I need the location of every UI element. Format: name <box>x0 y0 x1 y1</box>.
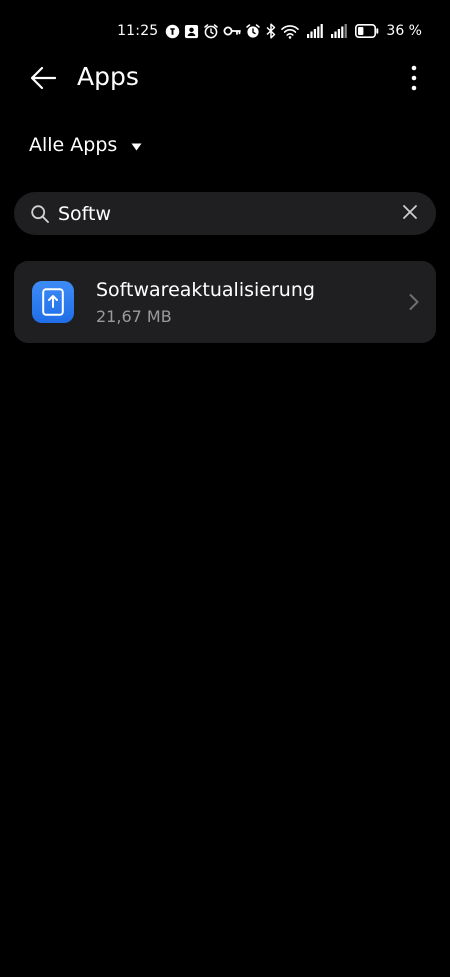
status-time: 11:25 <box>117 23 159 39</box>
app-list-item[interactable]: Softwareaktualisierung 21,67 MB <box>14 261 436 343</box>
back-button[interactable] <box>26 64 60 96</box>
arrow-left-icon <box>30 66 57 94</box>
battery-percent: 36 % <box>386 23 422 39</box>
search-input[interactable] <box>58 198 398 229</box>
wifi-icon <box>281 24 300 39</box>
status-icons: 11:25 36 % <box>117 21 422 41</box>
search-bar <box>14 192 436 235</box>
notification-badge-icon <box>165 24 180 39</box>
battery-icon <box>355 24 379 38</box>
more-vertical-icon <box>411 65 417 95</box>
chevron-right-icon <box>408 293 420 311</box>
caret-down-icon <box>131 136 142 155</box>
status-bar: 11:25 36 % <box>0 0 450 62</box>
software-update-icon <box>32 281 74 323</box>
signal-icon <box>331 24 348 38</box>
alarm-icon <box>203 23 219 39</box>
app-filter-dropdown[interactable]: Alle Apps <box>29 134 142 156</box>
signal-icon <box>307 24 324 38</box>
page-title: Apps <box>77 62 139 91</box>
clear-search-button[interactable] <box>398 202 422 226</box>
close-icon <box>402 204 418 224</box>
app-bar: Apps <box>0 56 450 102</box>
alarm-off-icon <box>245 23 261 39</box>
app-size: 21,67 MB <box>96 307 172 326</box>
key-icon <box>223 24 242 38</box>
search-icon <box>30 204 50 224</box>
contact-card-icon <box>184 24 199 39</box>
filter-label: Alle Apps <box>29 134 118 156</box>
more-options-button[interactable] <box>400 64 428 96</box>
bluetooth-icon <box>265 23 277 39</box>
app-name: Softwareaktualisierung <box>96 279 315 301</box>
